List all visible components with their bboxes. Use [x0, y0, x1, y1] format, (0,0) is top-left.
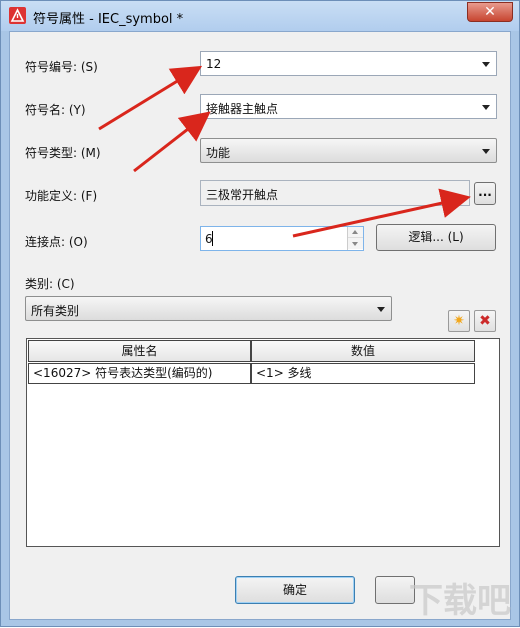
chevron-down-icon [482, 105, 490, 110]
symbol-type-value: 功能 [206, 146, 231, 160]
dialog-window: 符号属性 - IEC_symbol * ✕ 符号编号: (S) 12 符号名: … [0, 0, 520, 627]
chevron-down-icon [352, 242, 358, 246]
chevron-up-icon [352, 230, 358, 234]
chevron-down-icon [482, 62, 490, 67]
app-logo-icon [9, 7, 26, 24]
symbol-type-dropdown[interactable]: 功能 [200, 138, 497, 163]
table-cell-property-name[interactable]: <16027> 符号表达类型(编码的) [28, 363, 251, 384]
text-caret [212, 231, 213, 246]
spin-up-button[interactable] [348, 227, 363, 238]
dialog-body: 符号编号: (S) 12 符号名: (Y) 接触器主触点 符号类型: (M) 功… [9, 31, 511, 620]
spinner-buttons [347, 227, 363, 250]
column-header-property-name[interactable]: 属性名 [28, 340, 251, 362]
connection-points-spinner[interactable]: 6 [200, 226, 364, 251]
property-table: 属性名 数值 <16027> 符号表达类型(编码的) <1> 多线 [26, 338, 500, 547]
symbol-type-label: 符号类型: (M) [25, 146, 101, 160]
symbol-number-label: 符号编号: (S) [25, 60, 98, 74]
symbol-name-value: 接触器主触点 [206, 102, 279, 116]
symbol-name-combo[interactable]: 接触器主触点 [200, 94, 497, 119]
connection-points-label: 连接点: (O) [25, 235, 88, 249]
watermark-logo: 下载吧 [409, 581, 511, 621]
delete-icon: ✖ [479, 313, 491, 329]
function-definition-field: 三极常开触点 [200, 180, 470, 206]
table-cell-value[interactable]: <1> 多线 [251, 363, 475, 384]
logic-button[interactable]: 逻辑... (L) [376, 224, 496, 251]
category-value: 所有类别 [31, 304, 80, 318]
delete-property-button[interactable]: ✖ [474, 310, 496, 332]
chevron-down-icon [482, 149, 490, 154]
title-bar: 符号属性 - IEC_symbol * ✕ [1, 1, 519, 31]
new-property-button[interactable]: ✷ [448, 310, 470, 332]
close-button[interactable]: ✕ [467, 2, 513, 22]
category-label: 类别: (C) [25, 277, 75, 291]
chevron-down-icon [377, 307, 385, 312]
function-definition-label: 功能定义: (F) [25, 189, 98, 203]
category-dropdown[interactable]: 所有类别 [25, 296, 392, 321]
symbol-name-label: 符号名: (Y) [25, 103, 86, 117]
browse-button[interactable]: ... [474, 182, 496, 205]
column-header-value[interactable]: 数值 [251, 340, 475, 362]
window-title: 符号属性 - IEC_symbol * [33, 12, 184, 27]
star-icon: ✷ [453, 313, 465, 329]
symbol-number-value: 12 [206, 57, 222, 71]
ok-button[interactable]: 确定 [235, 576, 355, 604]
symbol-number-combo[interactable]: 12 [200, 51, 497, 76]
function-definition-value: 三极常开触点 [206, 188, 279, 202]
spin-down-button[interactable] [348, 238, 363, 249]
